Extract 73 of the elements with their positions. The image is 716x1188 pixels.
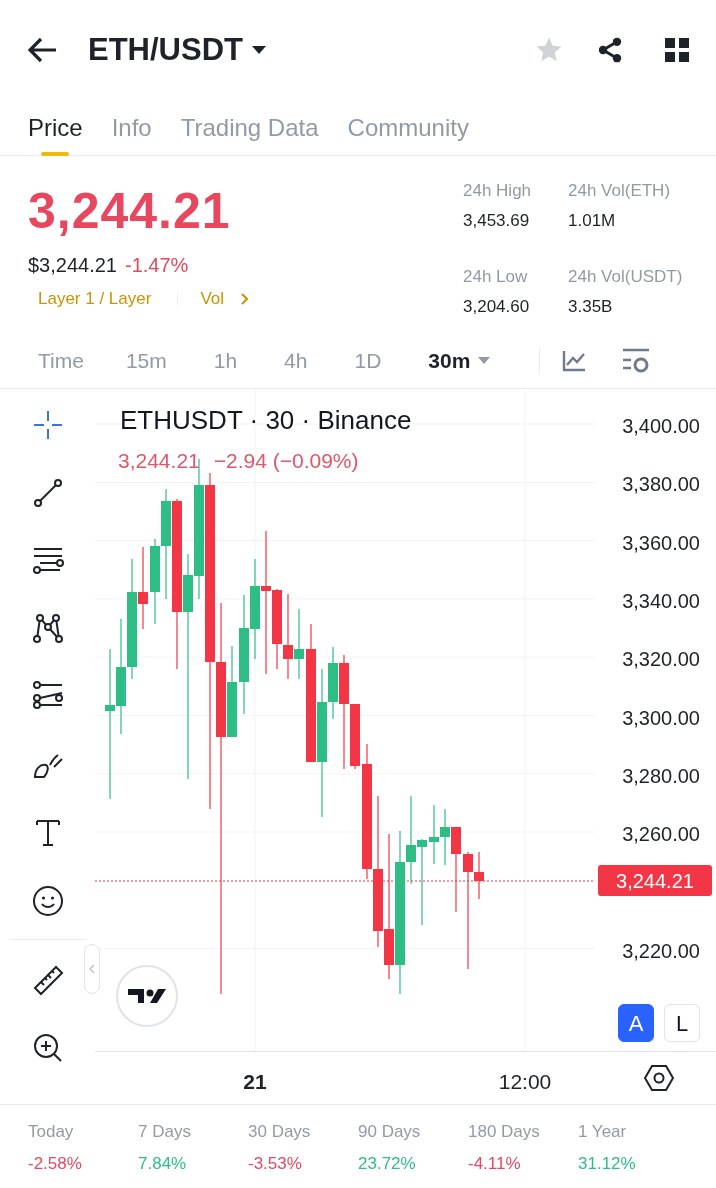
interval-tab[interactable]: Time [38,345,84,377]
caret-icon [478,357,491,365]
interval-tab[interactable]: 15m [125,345,167,377]
stat-label: 24h High [463,180,533,202]
grid-icon[interactable] [664,37,690,63]
period-change: 7.84% [138,1152,188,1175]
interval-tab[interactable]: 4h [284,345,308,377]
stat-value: 3.35B [568,295,614,318]
period-change: -3.53% [248,1152,303,1175]
stat-label: 24h Low [463,266,529,288]
price-axis-label: 3,280.00 [622,763,700,789]
stat-value: 3,453.69 [463,209,531,232]
time-axis-label: 21 [243,1069,267,1095]
emoji-icon[interactable] [31,885,64,917]
interval-tab[interactable]: 1D [354,345,382,377]
price-axis-label: 3,400.00 [622,414,700,439]
chart-price-change: −2.94 (−0.09%) [213,448,359,474]
tab[interactable]: Info [111,100,152,156]
share-icon[interactable] [596,36,624,64]
chart-title: ETHUSDT · 30 · Binance [120,404,412,437]
logo-icon[interactable] [115,964,179,1028]
period-label: Today [28,1121,75,1143]
last-price: 3,244.21 [28,186,232,236]
pair-selector[interactable]: ETH/USDT [88,26,267,74]
period-change: 23.72% [358,1152,417,1175]
stat-value: 1.01M [568,209,617,232]
indicator-icon[interactable] [562,350,587,372]
chart-settings-icon[interactable] [622,348,651,374]
back-arrow-icon[interactable] [28,37,58,63]
trend-line-icon[interactable] [31,477,64,509]
price-axis-label: 3,320.00 [622,647,700,673]
price-change: -1.47% [125,253,189,278]
tab[interactable]: Trading Data [180,100,319,156]
interval-tab[interactable]: 30m [428,345,491,377]
tab[interactable]: Community [347,100,469,156]
chevron-right-icon [240,292,249,305]
collapse-handle[interactable] [84,944,100,994]
tab[interactable]: Price [28,100,83,156]
caret-icon [251,45,267,55]
price-axis-label: 3,340.00 [622,588,700,614]
time-axis-label: 12:00 [498,1069,552,1095]
period-label: 90 Days [358,1121,422,1143]
candle [429,804,439,865]
price-axis-label: 3,380.00 [622,472,700,498]
tag-link[interactable]: Vol [200,286,249,312]
candle [294,608,304,680]
interval-tab[interactable]: 1h [213,345,238,377]
period-change: -4.11% [468,1152,522,1175]
period-label: 180 Days [468,1121,541,1143]
scale-button[interactable]: A [618,1004,654,1042]
usd-price: $3,244.21 [28,253,117,278]
parallel-lines-icon[interactable] [31,545,64,577]
ruler-icon[interactable] [31,964,64,996]
price-axis-label: 3,260.00 [622,822,700,848]
zoom-in-icon[interactable] [31,1032,64,1064]
crosshair-icon[interactable] [31,409,64,441]
scale-button[interactable]: L [664,1004,700,1042]
period-label: 30 Days [248,1121,312,1143]
stat-value: 3,204.60 [463,295,531,318]
price-axis-label: 3,360.00 [622,530,700,556]
stat-label: 24h Vol(USDT) [568,266,684,288]
price-axis-label: 3,300.00 [622,705,700,731]
tag-link[interactable]: Layer 1 / Layer [38,286,152,312]
period-change: 31.12% [578,1152,637,1175]
stat-label: 24h Vol(ETH) [568,180,672,202]
current-price-label: 3,244.21 [598,865,712,896]
price-axis-label: 3,220.00 [622,938,700,964]
pattern-icon[interactable] [31,613,64,645]
period-change: -2.58% [28,1152,83,1175]
chart-last-price: 3,244.21 [118,448,200,474]
period-label: 1 Year [578,1121,628,1143]
settings-icon[interactable] [644,1064,674,1092]
period-label: 7 Days [138,1121,192,1143]
